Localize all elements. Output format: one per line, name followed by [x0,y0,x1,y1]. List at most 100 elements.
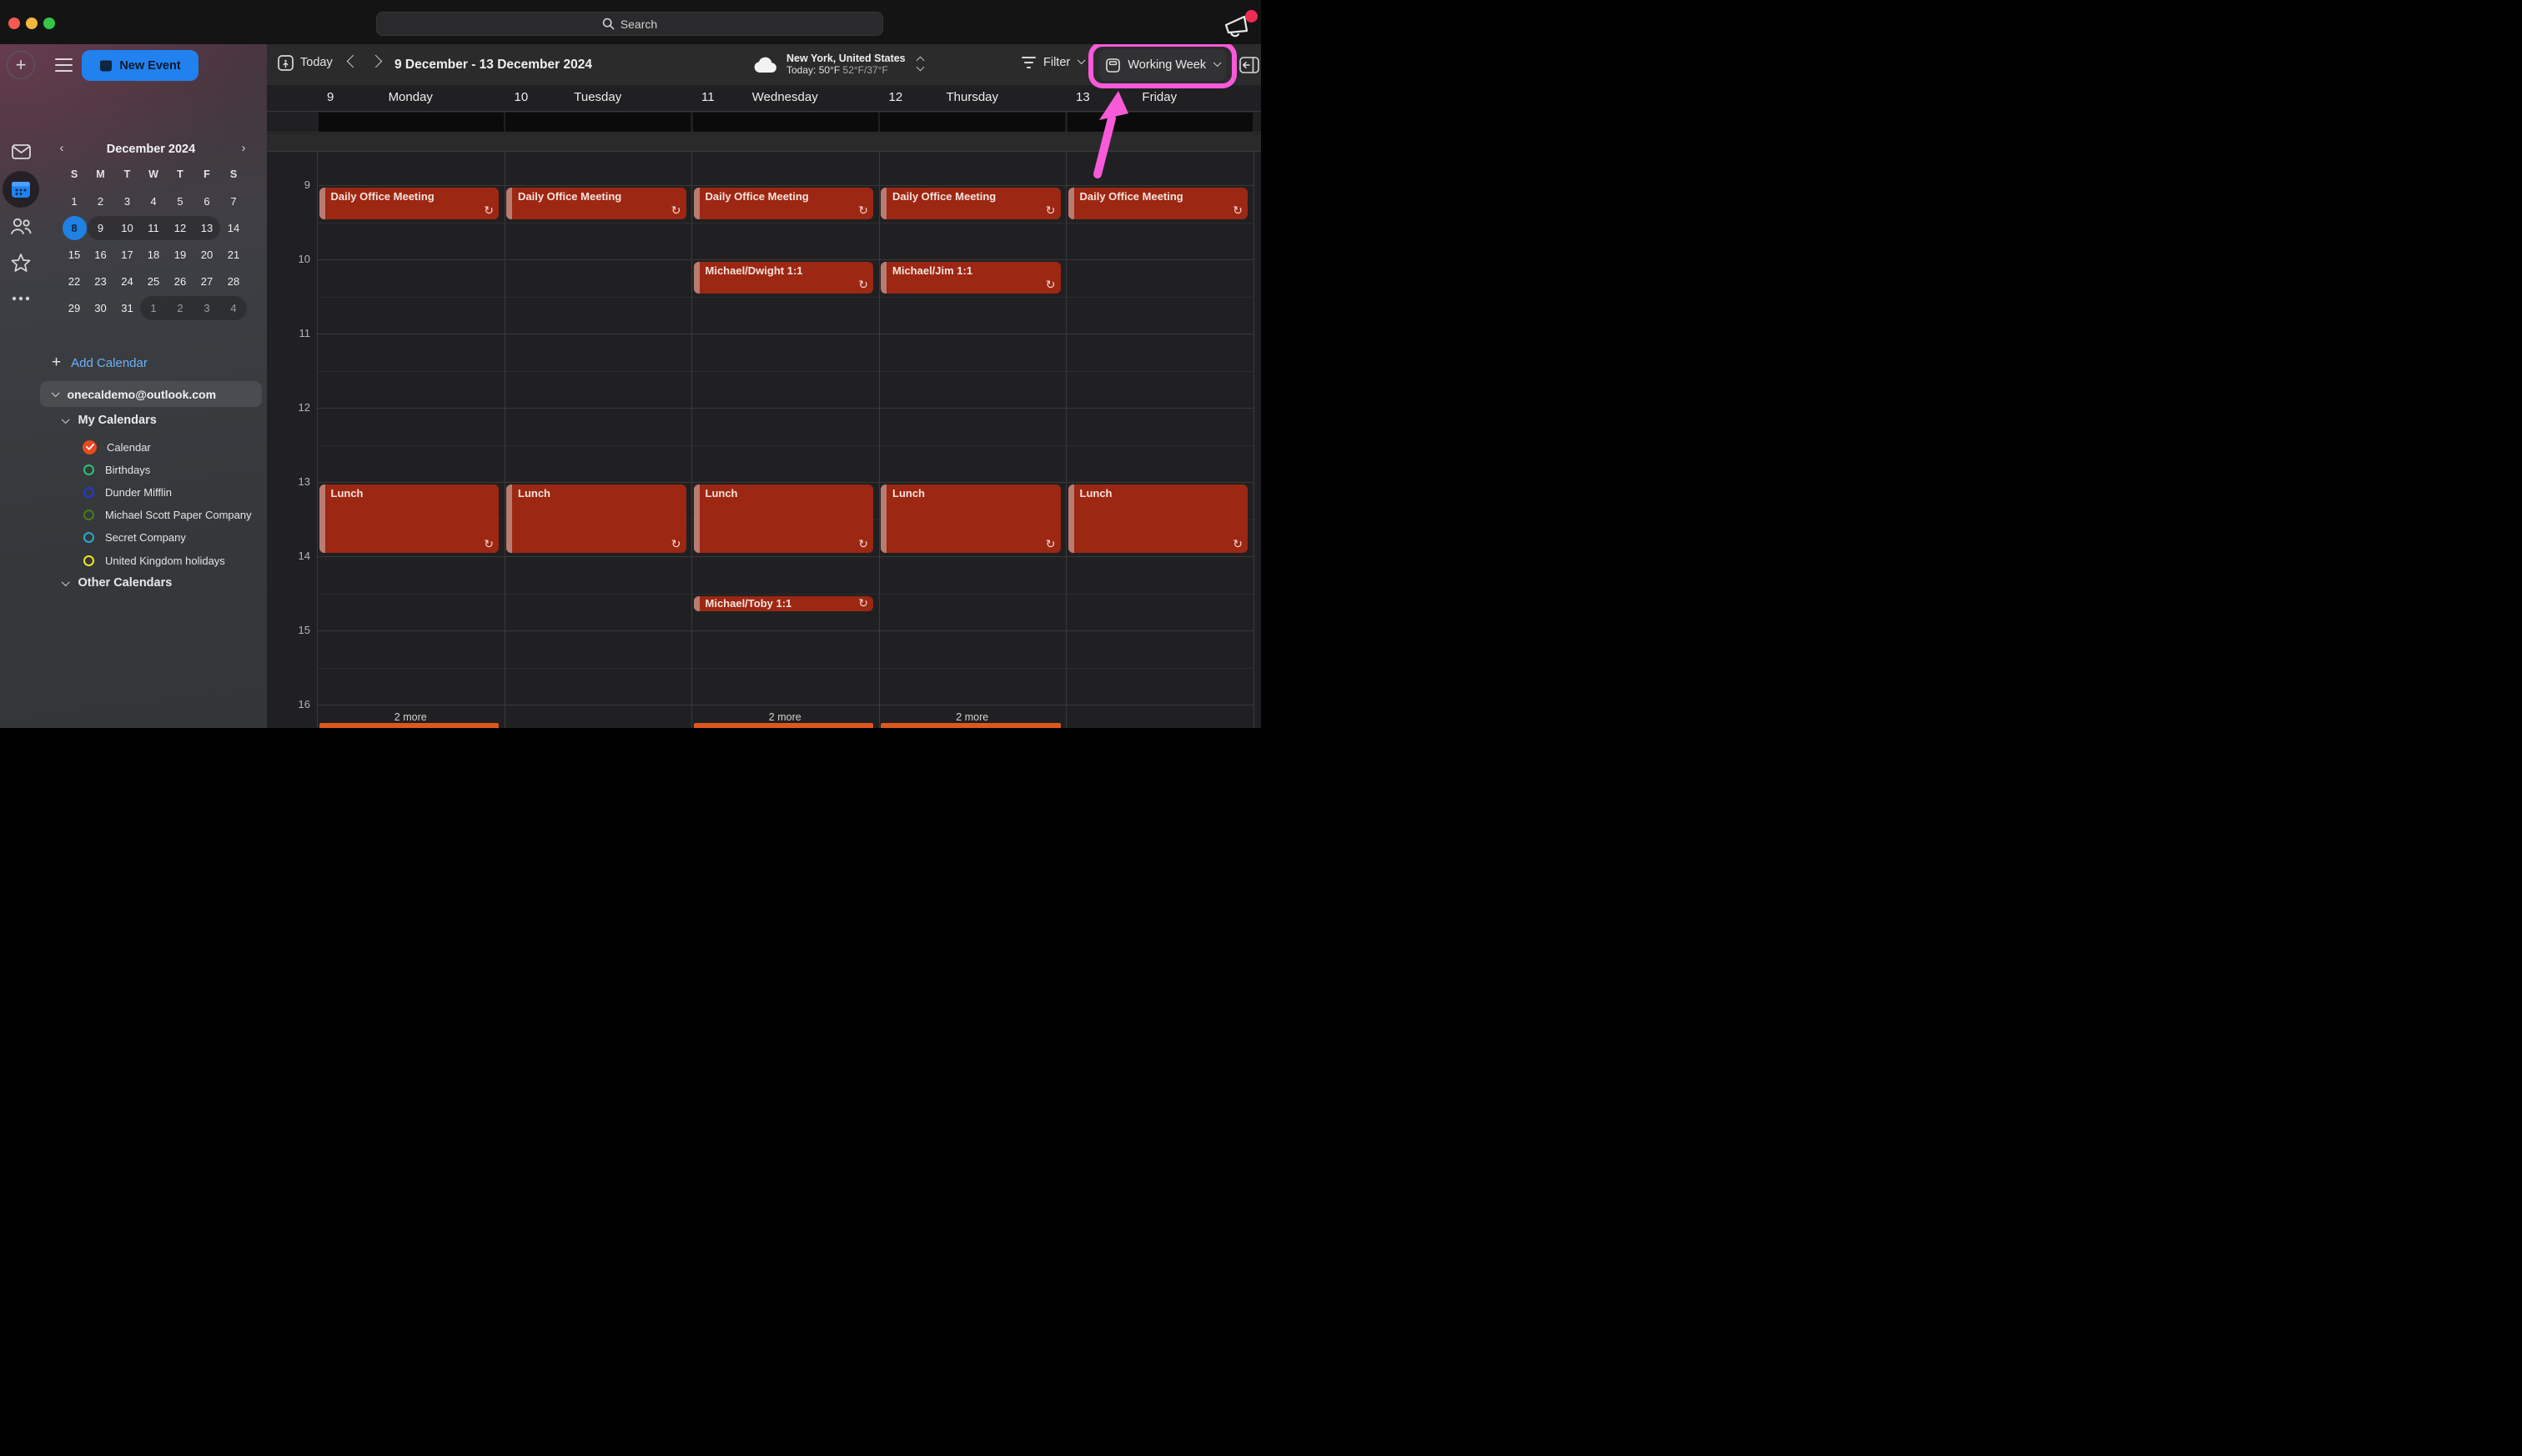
mini-calendar-day[interactable]: 31 [115,296,140,319]
mini-calendar-day[interactable]: 10 [115,217,140,240]
mini-calendar-day[interactable]: 15 [62,244,87,267]
event-block[interactable]: Daily Office Meeting ↻ [693,188,873,219]
calendar-list-item[interactable]: Dunder Mifflin [83,484,172,500]
search-input[interactable]: Search [376,12,883,36]
event-block[interactable]: Lunch ↻ [1068,484,1248,553]
event-block[interactable]: Michael/Toby 1:1 ↻ [693,595,873,611]
event-block[interactable]: Daily Office Meeting ↻ [319,188,499,219]
mini-calendar-day[interactable]: 17 [115,244,140,267]
close-window-button[interactable] [8,18,20,29]
mini-calendar-next-button[interactable]: › [235,141,252,155]
add-calendar-button[interactable]: + Add Calendar [52,354,148,372]
mini-calendar-day[interactable]: 7 [221,190,246,213]
mini-calendar-day[interactable]: 3 [194,296,219,319]
more-events-label[interactable]: 2 more [691,711,879,723]
mini-calendar-day[interactable]: 28 [221,270,246,294]
calendar-checked-icon[interactable] [83,439,97,454]
event-block[interactable]: Lunch ↻ [506,484,686,553]
mini-calendar-day[interactable]: 5 [168,190,193,213]
event-block[interactable]: Michael/Jim 1:1 ↻ [881,262,1061,294]
more-events-label[interactable]: 2 more [879,711,1067,723]
clipped-event-bar[interactable] [881,723,1061,728]
clipped-event-bar[interactable] [319,723,499,728]
event-block[interactable]: Lunch ↻ [319,484,499,553]
calendar-list-item[interactable]: Secret Company [83,530,186,546]
calendar-list-item[interactable]: Birthdays [83,461,150,478]
recurrence-icon: ↻ [1045,537,1056,550]
all-day-cell[interactable] [880,112,1065,132]
other-calendars-section[interactable]: Other Calendars [62,576,172,590]
mini-calendar-day[interactable]: 6 [194,190,219,213]
mini-calendar-day[interactable]: 29 [62,296,87,319]
view-mode-button[interactable]: Working Week [1099,49,1226,81]
mini-calendar-day[interactable]: 27 [194,270,219,294]
mini-calendar-day[interactable]: 1 [62,190,87,213]
hour-gridline [317,630,1254,631]
mini-calendar-day[interactable]: 25 [141,270,166,294]
calendar-unchecked-icon[interactable] [83,464,94,475]
clipped-event-bar[interactable] [693,723,873,728]
all-day-cell[interactable] [1067,112,1253,132]
event-block[interactable]: Daily Office Meeting ↻ [1068,188,1248,219]
event-category-strip [881,262,887,294]
event-block[interactable]: Lunch ↻ [881,484,1061,553]
mini-calendar-day[interactable]: 20 [194,244,219,267]
all-day-cell[interactable] [692,112,878,132]
filter-button[interactable]: Filter [1022,56,1086,69]
more-events-label[interactable]: 2 more [317,711,505,723]
my-calendars-section[interactable]: My Calendars [62,414,157,427]
calendar-list-item[interactable]: Michael Scott Paper Company [83,507,252,524]
mini-calendar-day[interactable]: 1 [141,296,166,319]
sidebar-item-more[interactable] [8,286,33,311]
mini-calendar-day[interactable]: 4 [221,296,246,319]
weather-widget[interactable]: New York, United States Today: 50°F 52°F… [753,53,925,76]
mini-calendar: ‹ December 2024 › S M T W T F S 1 2 3 4 5 6 7 8 9 10 11 12… [42,93,260,326]
sidebar-item-mail[interactable] [8,139,33,164]
mini-calendar-day[interactable]: 18 [141,244,166,267]
zoom-window-button[interactable] [43,18,55,29]
calendar-unchecked-icon[interactable] [83,510,94,521]
all-day-cell[interactable] [318,112,504,132]
mini-calendar-selected-day[interactable]: 8 [62,216,87,240]
mini-calendar-day[interactable]: 24 [115,270,140,294]
sidebar-item-calendar[interactable] [8,177,33,202]
mini-calendar-day[interactable]: 9 [88,217,113,240]
event-block[interactable]: Lunch ↻ [693,484,873,553]
mini-calendar-day[interactable]: 12 [168,217,193,240]
week-grid[interactable]: 9 10 11 12 13 14 15 16 Daily Office Meeting ↻ Lunc… [267,152,1261,728]
mini-calendar-day[interactable]: 23 [88,270,113,294]
mini-calendar-day[interactable]: 16 [88,244,113,267]
compose-button[interactable]: + [7,51,35,79]
mini-calendar-day[interactable]: 19 [168,244,193,267]
event-block[interactable]: Daily Office Meeting ↻ [881,188,1061,219]
mini-calendar-day[interactable]: 14 [221,217,246,240]
mini-calendar-day[interactable]: 30 [88,296,113,319]
calendar-unchecked-icon[interactable] [83,532,94,544]
sidebar-item-favorites[interactable] [8,249,33,274]
mini-calendar-day[interactable]: 2 [168,296,193,319]
calendar-list-item[interactable]: United Kingdom holidays [83,552,225,569]
mini-calendar-day[interactable]: 13 [194,217,219,240]
mini-calendar-day[interactable]: 26 [168,270,193,294]
calendar-unchecked-icon[interactable] [83,555,94,566]
today-button[interactable]: Today [278,54,333,71]
menu-button[interactable] [55,58,73,73]
calendar-unchecked-icon[interactable] [83,486,94,498]
calendar-list-item[interactable]: Calendar [83,439,151,455]
minimize-window-button[interactable] [26,18,38,29]
mini-calendar-day[interactable]: 3 [115,190,140,213]
sidebar-item-people[interactable] [8,213,33,238]
new-event-button[interactable]: New Event [82,50,198,81]
mini-calendar-day[interactable]: 22 [62,270,87,294]
mini-calendar-day[interactable]: 21 [221,244,246,267]
time-label: 9 [304,178,310,191]
account-row[interactable]: onecaldemo@outlook.com [40,381,262,407]
all-day-cell[interactable] [505,112,691,132]
mini-calendar-day[interactable]: 4 [141,190,166,213]
mini-calendar-day[interactable]: 11 [141,217,166,240]
mini-calendar-day[interactable]: 2 [88,190,113,213]
event-block[interactable]: Daily Office Meeting ↻ [506,188,686,219]
collapse-panel-button[interactable] [1239,57,1259,73]
event-block[interactable]: Michael/Dwight 1:1 ↻ [693,262,873,294]
announcements-button[interactable] [1223,10,1259,42]
